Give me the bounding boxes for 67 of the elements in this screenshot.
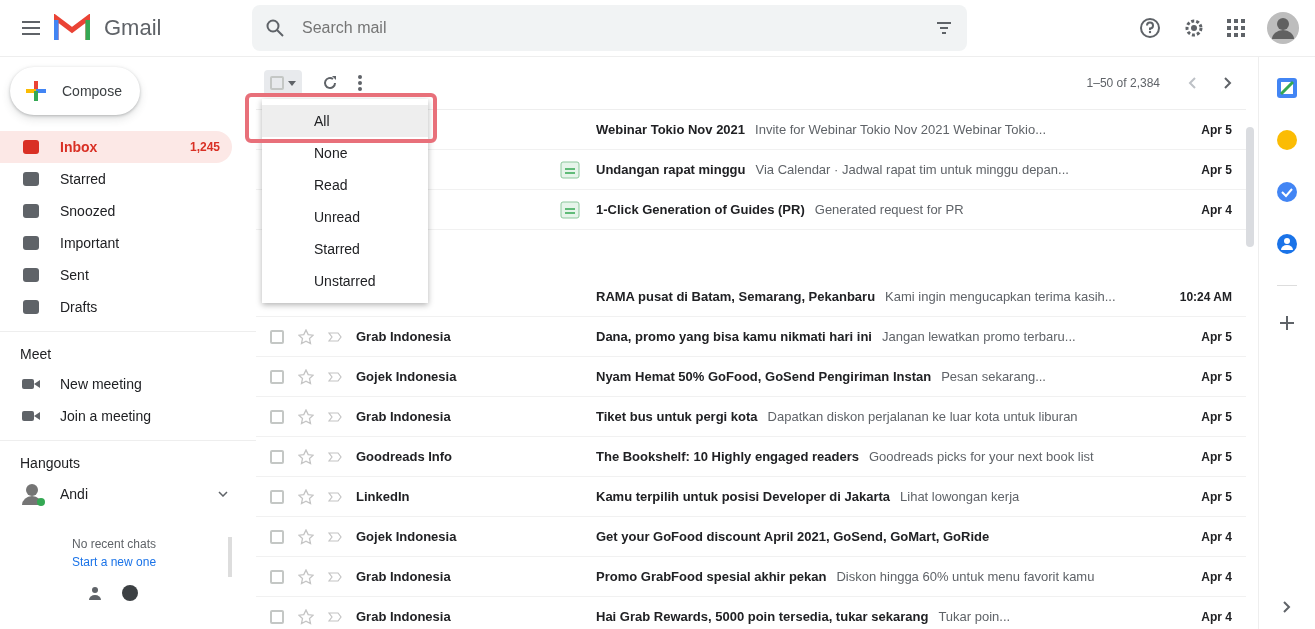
email-date: Apr 4	[1201, 529, 1232, 544]
email-date: Apr 5	[1201, 122, 1232, 137]
menu-item[interactable]: Unread	[262, 201, 428, 233]
email-subject: Get your GoFood discount April 2021, GoSend, GoMart, GoRide	[596, 529, 990, 544]
menu-item[interactable]: Read	[262, 169, 428, 201]
app-name: Gmail	[104, 15, 162, 41]
email-snippet: Goodreads picks for your next book list	[868, 449, 1094, 464]
meet-item[interactable]: New meeting	[0, 368, 232, 400]
sender-name: Grab Indonesia	[356, 329, 452, 344]
email-date: Apr 4	[1201, 569, 1232, 584]
menu-item[interactable]: Unstarred	[262, 265, 428, 297]
email-snippet: Kami ingin mengucapkan terima kasih...	[885, 289, 1116, 304]
meet-item[interactable]: Join a meeting	[0, 400, 232, 432]
user-name[interactable]: Andi	[60, 486, 204, 502]
email-snippet: Dapatkan diskon perjalanan ke luar kota untuk liburan	[767, 409, 1078, 424]
email-subject: The Bookshelf: 10 Highly engaged readers	[596, 449, 859, 464]
meet-heading: Meet	[19, 345, 53, 364]
sender-name: Grab Indonesia	[356, 409, 452, 424]
email-date: Apr 5	[1201, 369, 1232, 384]
menu-item[interactable]: None	[262, 137, 428, 169]
email-date: 10:24 AM	[1179, 289, 1232, 304]
email-subject: Dana, promo yang bisa kamu nikmati hari ini	[596, 329, 872, 344]
email-subject: Tiket bus untuk pergi kota	[596, 409, 758, 424]
search-input[interactable]: Search mail	[300, 18, 919, 38]
email-date: Apr 4	[1201, 202, 1232, 217]
menu-item[interactable]: Starred	[262, 233, 428, 265]
sidebar-item[interactable]: Inbox 1,245	[0, 131, 232, 163]
email-subject: 1-Click Generation of Guides (PR)	[596, 202, 805, 217]
email-date: Apr 5	[1201, 489, 1232, 504]
search-field[interactable]: Search mail	[252, 5, 967, 51]
hangouts-heading: Hangouts	[19, 454, 81, 473]
sender-name: Goodreads Info	[356, 449, 454, 464]
sidebar-item[interactable]: Starred	[0, 163, 232, 195]
menu-item[interactable]: All	[262, 105, 428, 137]
email-snippet: Jangan lewatkan promo terbaru...	[881, 329, 1076, 344]
sidebar-item[interactable]: Important	[0, 227, 232, 259]
email-snippet: Diskon hingga 60% untuk menu favorit kamu	[836, 569, 1095, 584]
email-snippet: Invite for Webinar Tokio Nov 2021 Webinar Tokio...	[755, 122, 1047, 137]
pagination-text: 1–50 of 2,384	[1086, 76, 1160, 90]
empty-chats-text: No recent chats	[72, 537, 158, 551]
email-subject: Nyam Hemat 50% GoFood, GoSend Pengiriman Instan	[596, 369, 932, 384]
sender-name: LinkedIn	[356, 489, 411, 504]
sidebar-item[interactable]: Drafts	[0, 291, 232, 323]
email-subject: Kamu terpilih untuk posisi Developer di Jakarta	[596, 489, 891, 504]
email-snippet: Tukar poin...	[938, 609, 1011, 624]
email-snippet: Lihat lowongan kerja	[900, 489, 1020, 504]
email-subject: RAMA pusat di Batam, Semarang, Pekanbaru	[596, 289, 876, 304]
email-snippet: Generated request for PR	[814, 202, 964, 217]
email-date: Apr 4	[1201, 609, 1232, 624]
email-date: Apr 5	[1201, 329, 1232, 344]
sender-name: Gojek Indonesia	[356, 529, 458, 544]
sender-name: Gojek Indonesia	[356, 369, 458, 384]
email-subject: Hai Grab Rewards, 5000 poin tersedia, tukar sekarang	[596, 609, 929, 624]
email-subject: Promo GrabFood spesial akhir pekan	[596, 569, 827, 584]
sidebar-item[interactable]: Snoozed	[0, 195, 232, 227]
compose-button[interactable]: Compose	[10, 67, 140, 115]
email-snippet: Pesan sekarang...	[941, 369, 1046, 384]
email-subject: Webinar Tokio Nov 2021	[596, 122, 746, 137]
email-subject: Undangan rapat minggu	[596, 162, 746, 177]
email-date: Apr 5	[1201, 449, 1232, 464]
email-snippet: Via Calendar · Jadwal rapat tim untuk minggu depan...	[755, 162, 1069, 177]
email-date: Apr 5	[1201, 162, 1232, 177]
sender-name: Grab Indonesia	[356, 569, 452, 584]
start-chat-link[interactable]: Start a new one	[72, 555, 228, 569]
sender-name: Grab Indonesia	[356, 609, 452, 624]
sidebar-item[interactable]: Sent	[0, 259, 232, 291]
email-date: Apr 5	[1201, 409, 1232, 424]
